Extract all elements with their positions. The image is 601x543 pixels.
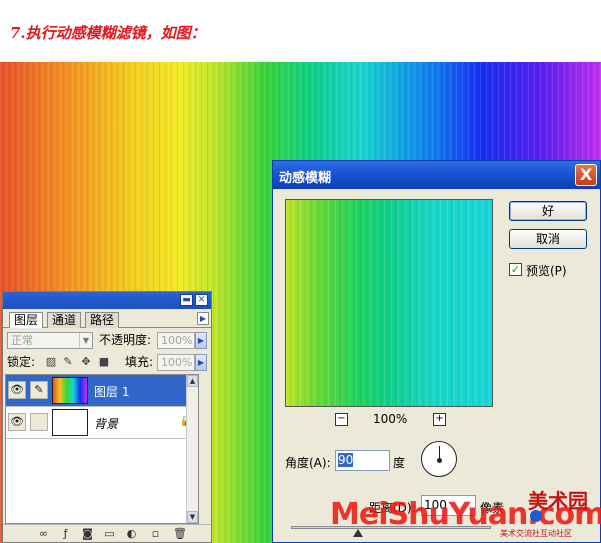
opacity-field[interactable]: 100% bbox=[157, 332, 195, 349]
fill-field[interactable]: 100% bbox=[157, 354, 195, 371]
eye-icon[interactable]: 👁 bbox=[8, 413, 26, 431]
layer-style-icon[interactable]: ƒ bbox=[59, 527, 72, 540]
tab-layers[interactable]: 图层 bbox=[9, 312, 44, 328]
layers-panel: ▬ ✕ 图层 通道 路径 ▶ 正常 ▼ 不透明度: 100% ▶ 锁定: ▨ ✎… bbox=[2, 291, 212, 543]
lock-move-icon[interactable]: ✥ bbox=[80, 356, 92, 368]
brush-icon[interactable]: ✎ bbox=[30, 381, 48, 399]
ok-button[interactable]: 好 bbox=[509, 201, 587, 221]
layer-name: 背景 bbox=[94, 417, 119, 431]
angle-value: 90 bbox=[338, 453, 354, 467]
layer-thumbnail bbox=[52, 409, 88, 436]
lock-brush-icon[interactable]: ✎ bbox=[62, 356, 74, 368]
layer-row-background[interactable]: 👁 背景 🔒 bbox=[6, 407, 198, 439]
tutorial-caption: 7.执行动感模糊滤镜，如图： bbox=[10, 24, 206, 42]
chevron-down-icon: ▼ bbox=[79, 333, 92, 348]
layer-row-layer1[interactable]: 👁 ✎ 图层 1 bbox=[6, 375, 198, 407]
angle-input[interactable]: 90 bbox=[335, 450, 390, 471]
zoom-out-icon[interactable]: − bbox=[335, 413, 348, 426]
dial-center bbox=[437, 458, 442, 463]
dialog-titlebar[interactable]: 动感模糊 X bbox=[273, 161, 600, 189]
link-layers-icon[interactable]: ∞ bbox=[37, 527, 50, 540]
angle-unit: 度 bbox=[393, 456, 406, 470]
opacity-label: 不透明度: bbox=[99, 333, 152, 347]
layers-panel-titlebar[interactable]: ▬ ✕ bbox=[3, 292, 211, 309]
scroll-down-icon[interactable]: ▼ bbox=[187, 511, 198, 523]
watermark-logo: 美术园 bbox=[528, 489, 588, 513]
eye-icon[interactable]: 👁 bbox=[8, 381, 26, 399]
preview-checkbox[interactable]: ✓ bbox=[509, 263, 522, 276]
layer-thumbnail bbox=[52, 377, 88, 404]
layers-list: 👁 ✎ 图层 1 👁 背景 🔒 ▲ ▼ bbox=[5, 374, 199, 524]
tab-paths[interactable]: 路径 bbox=[85, 312, 120, 328]
layer-mask-icon[interactable]: ◙ bbox=[81, 527, 94, 540]
angle-dial[interactable] bbox=[421, 441, 457, 477]
panel-menu-icon[interactable]: ▶ bbox=[197, 312, 209, 325]
blend-row: 正常 ▼ 不透明度: 100% ▶ bbox=[3, 330, 211, 352]
lock-transparent-icon[interactable]: ▨ bbox=[45, 356, 57, 368]
scroll-up-icon[interactable]: ▲ bbox=[187, 375, 198, 387]
watermark-subtitle: 美术交流社互动社区 bbox=[500, 529, 572, 538]
layer-name: 图层 1 bbox=[94, 385, 130, 399]
blend-mode-value: 正常 bbox=[11, 334, 33, 347]
tab-channels[interactable]: 通道 bbox=[47, 312, 82, 328]
link-slot[interactable] bbox=[30, 413, 48, 431]
preview-label: 预览(P) bbox=[526, 264, 567, 278]
dialog-title: 动感模糊 bbox=[279, 171, 332, 186]
close-icon[interactable]: ✕ bbox=[195, 294, 208, 306]
cancel-button[interactable]: 取消 bbox=[509, 229, 587, 249]
angle-label: 角度(A): bbox=[285, 456, 331, 470]
lock-label: 锁定: bbox=[7, 355, 36, 369]
minimize-icon[interactable]: ▬ bbox=[180, 294, 193, 306]
lock-row: 锁定: ▨ ✎ ✥ ■ 填充: 100% ▶ bbox=[3, 352, 211, 374]
panel-tabs: 图层 通道 路径 ▶ bbox=[3, 310, 211, 328]
delete-layer-icon[interactable]: 🗑 bbox=[173, 527, 187, 540]
filter-preview[interactable] bbox=[285, 199, 493, 407]
zoom-in-icon[interactable]: + bbox=[433, 413, 446, 426]
lock-all-icon[interactable]: ■ bbox=[98, 356, 110, 368]
blend-mode-select[interactable]: 正常 ▼ bbox=[7, 332, 93, 349]
opacity-arrow-icon[interactable]: ▶ bbox=[195, 332, 207, 349]
fill-arrow-icon[interactable]: ▶ bbox=[195, 354, 207, 371]
layers-bottom-bar: ∞ ƒ ◙ ▭ ◐ ▫ 🗑 bbox=[3, 524, 211, 542]
adjustment-layer-icon[interactable]: ◐ bbox=[125, 527, 138, 540]
layers-scrollbar[interactable]: ▲ ▼ bbox=[186, 375, 198, 523]
fill-label: 填充: bbox=[125, 355, 154, 369]
new-group-icon[interactable]: ▭ bbox=[103, 527, 116, 540]
new-layer-icon[interactable]: ▫ bbox=[149, 527, 162, 540]
close-button[interactable]: X bbox=[575, 164, 597, 186]
zoom-level: 100% bbox=[373, 412, 408, 426]
